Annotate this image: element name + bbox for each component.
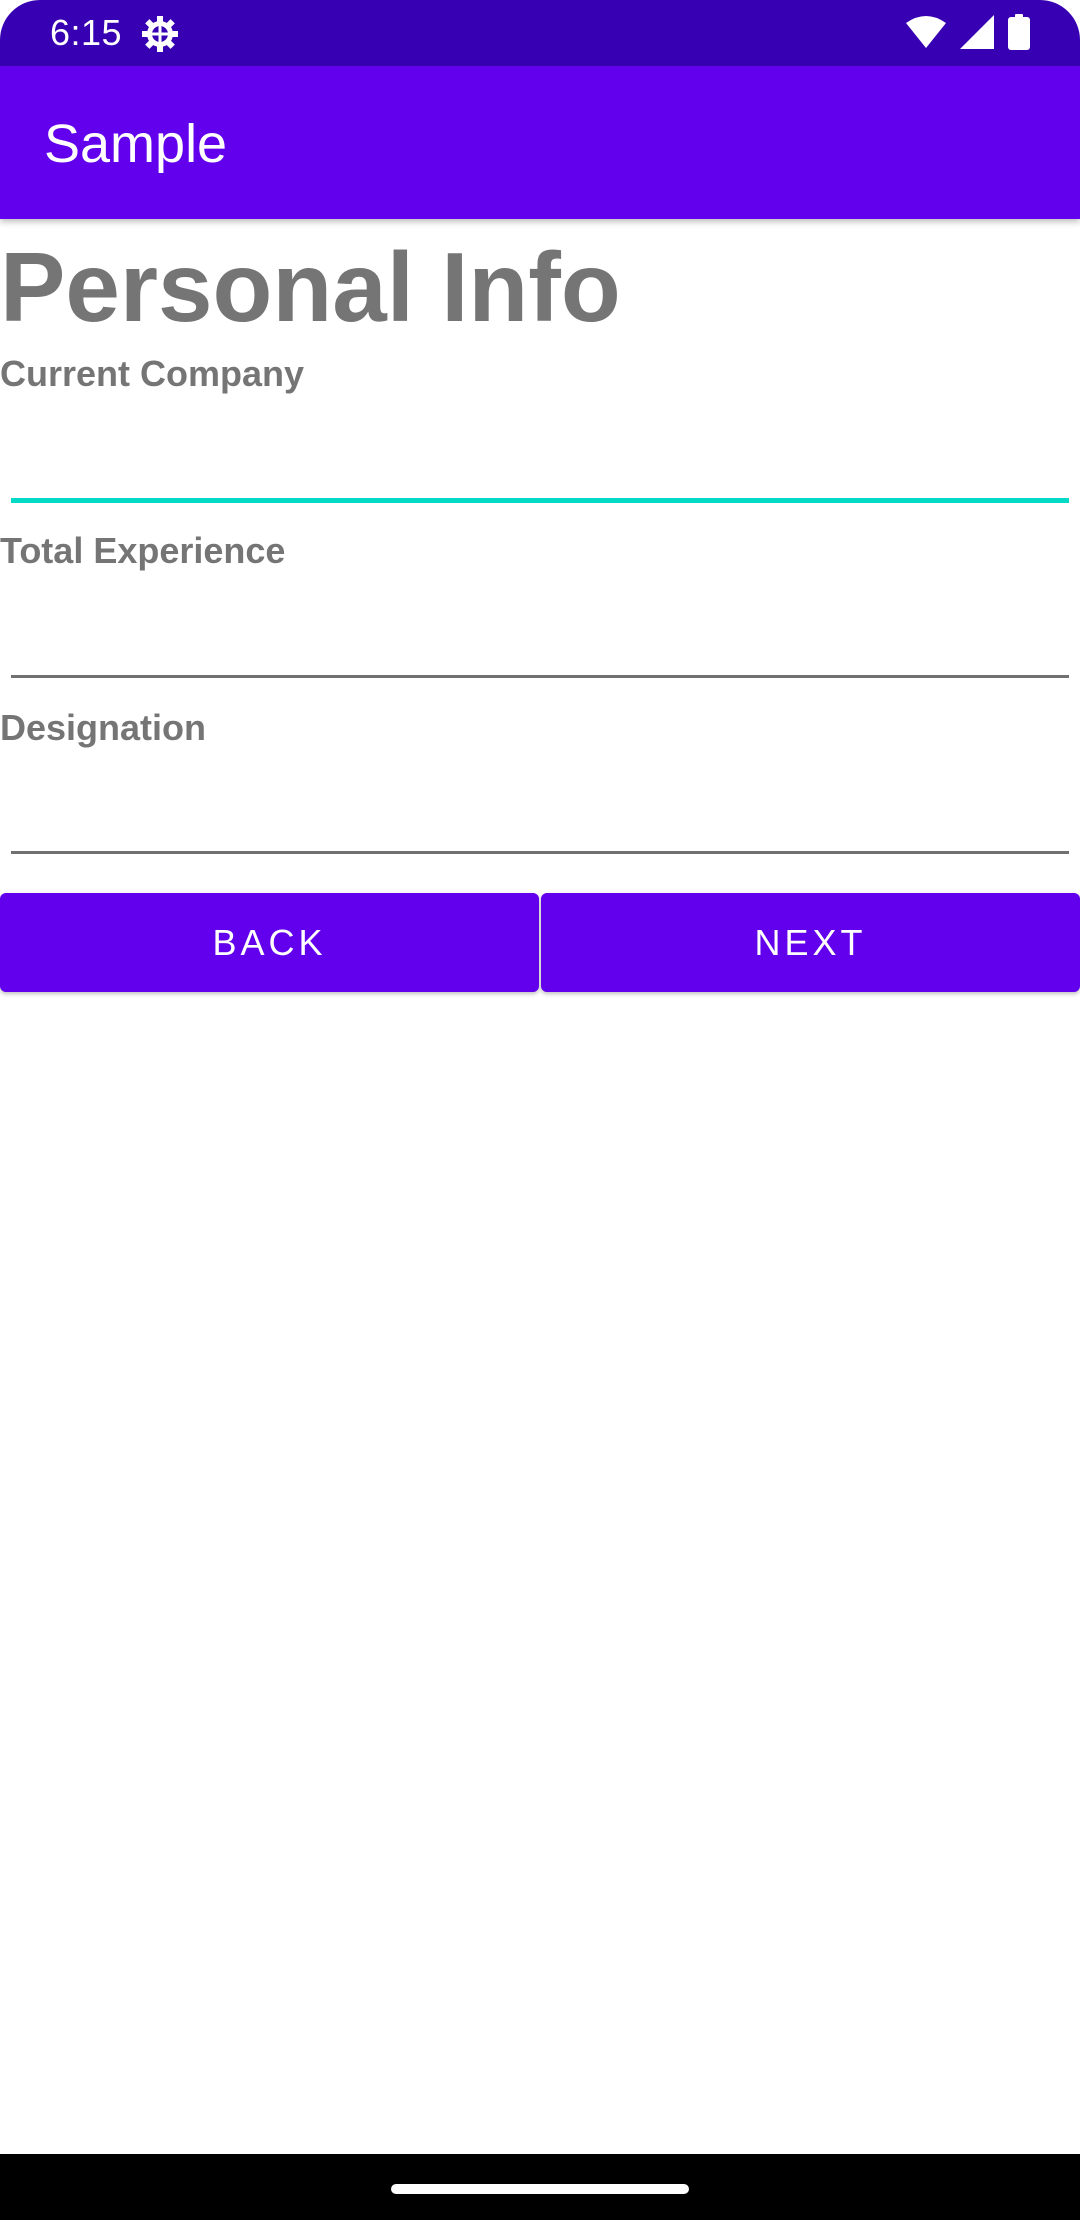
total-experience-input[interactable] [11, 602, 1069, 672]
back-button[interactable]: BACK [0, 893, 539, 992]
current-company-label: Current Company [0, 353, 305, 394]
battery-icon [1008, 13, 1030, 55]
total-experience-label: Total Experience [0, 530, 286, 571]
page-title: Personal Info [0, 232, 621, 342]
navigation-bar [0, 2154, 1080, 2220]
status-time: 6:15 [50, 12, 123, 53]
status-bar: 6:15 [0, 0, 1080, 66]
designation-label: Designation [0, 707, 207, 748]
cellular-signal-icon [960, 14, 994, 54]
home-gesture-handle[interactable] [391, 2184, 689, 2194]
next-button-label: NEXT [754, 921, 867, 963]
app-bar: Sample [0, 66, 1080, 219]
total-experience-underline [11, 675, 1069, 678]
designation-underline [11, 851, 1069, 854]
app-title: Sample [44, 114, 228, 174]
settings-gear-icon [140, 14, 180, 54]
status-icons [906, 13, 1030, 55]
wifi-icon [906, 15, 946, 54]
current-company-input[interactable] [11, 426, 1069, 496]
current-company-underline [11, 498, 1069, 503]
next-button[interactable]: NEXT [541, 893, 1080, 992]
back-button-label: BACK [212, 921, 327, 963]
designation-input[interactable] [11, 778, 1069, 848]
screen: 6:15 Sample Personal Info Current Compan… [0, 0, 1080, 2220]
